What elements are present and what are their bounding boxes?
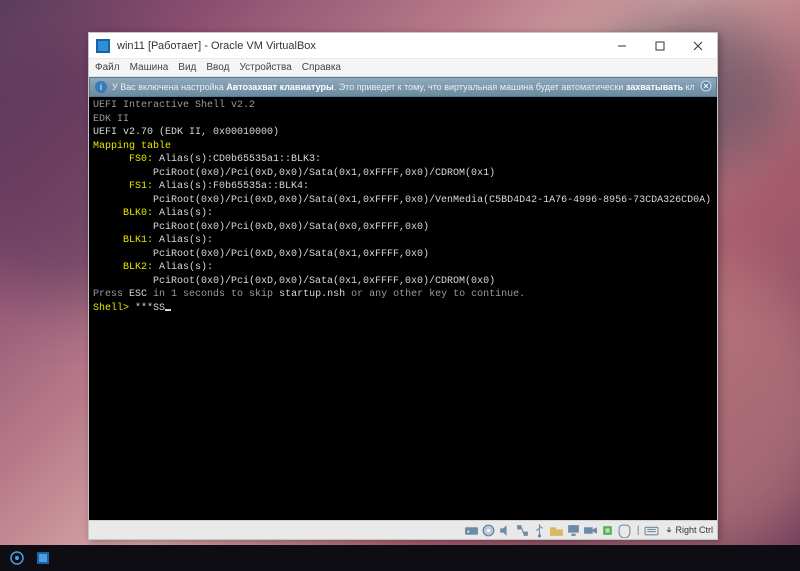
info-icon: i bbox=[94, 80, 108, 94]
start-button[interactable] bbox=[7, 548, 27, 568]
vm-window: win11 [Работает] - Oracle VM VirtualBox … bbox=[88, 32, 718, 540]
window-controls bbox=[603, 33, 717, 58]
maximize-button[interactable] bbox=[641, 33, 679, 58]
menu-devices[interactable]: Устройства bbox=[239, 62, 291, 73]
shell-prompt: Shell> bbox=[93, 303, 135, 314]
separator: | bbox=[637, 525, 640, 536]
record-icon[interactable] bbox=[583, 523, 598, 538]
menu-input[interactable]: Ввод bbox=[206, 62, 229, 73]
menu-machine[interactable]: Машина bbox=[130, 62, 169, 73]
hdd-icon[interactable] bbox=[464, 523, 479, 538]
vbox-icon bbox=[95, 38, 111, 54]
shell-input: ***SS bbox=[135, 303, 165, 314]
shared-folder-icon[interactable] bbox=[549, 523, 564, 538]
display-icon[interactable] bbox=[566, 523, 581, 538]
vm-statusbar: | Right Ctrl bbox=[89, 520, 717, 539]
cursor-icon bbox=[165, 309, 171, 311]
network-icon[interactable] bbox=[515, 523, 530, 538]
window-title: win11 [Работает] - Oracle VM VirtualBox bbox=[117, 40, 603, 52]
cd-icon[interactable] bbox=[481, 523, 496, 538]
titlebar[interactable]: win11 [Работает] - Oracle VM VirtualBox bbox=[89, 33, 717, 59]
svg-text:i: i bbox=[100, 82, 102, 92]
keyboard-icon[interactable] bbox=[644, 523, 659, 538]
keyboard-capture-infobar: i У Вас включена настройка Автозахват кл… bbox=[89, 77, 717, 97]
infobar-text: У Вас включена настройка Автозахват клав… bbox=[112, 82, 694, 93]
vm-guest-display[interactable]: UEFI Interactive Shell v2.2 EDK II UEFI … bbox=[89, 97, 717, 520]
host-key-arrow-icon bbox=[665, 525, 673, 535]
cpu-icon[interactable] bbox=[600, 523, 615, 538]
uefi-shell-header: UEFI Interactive Shell v2.2 bbox=[93, 100, 255, 111]
mapping-table-title: Mapping table bbox=[93, 141, 171, 152]
menu-file[interactable]: Файл bbox=[95, 62, 120, 73]
menu-help[interactable]: Справка bbox=[302, 62, 341, 73]
menubar: Файл Машина Вид Ввод Устройства Справка bbox=[89, 59, 717, 77]
desktop-taskbar[interactable] bbox=[0, 545, 800, 571]
host-key-indicator[interactable]: Right Ctrl bbox=[665, 525, 713, 535]
audio-icon[interactable] bbox=[498, 523, 513, 538]
infobar-close-icon[interactable] bbox=[700, 80, 712, 94]
taskbar-app-icon[interactable] bbox=[33, 548, 53, 568]
usb-icon[interactable] bbox=[532, 523, 547, 538]
minimize-button[interactable] bbox=[603, 33, 641, 58]
close-button[interactable] bbox=[679, 33, 717, 58]
menu-view[interactable]: Вид bbox=[178, 62, 196, 73]
mouse-icon[interactable] bbox=[617, 523, 632, 538]
